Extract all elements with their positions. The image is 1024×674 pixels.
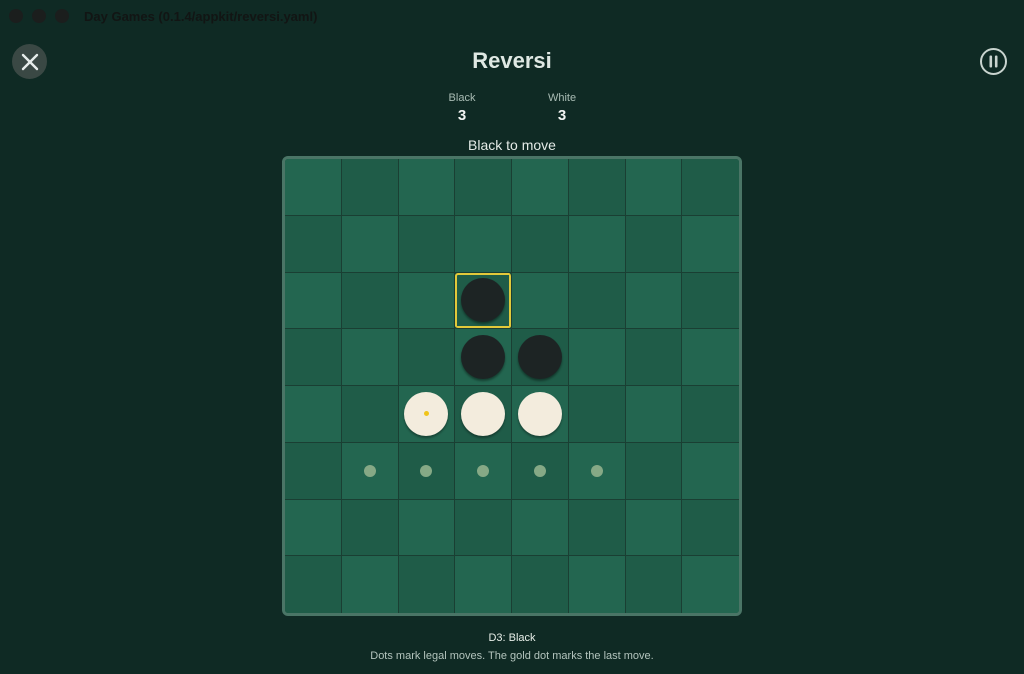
board-cell-e4[interactable]: [512, 329, 569, 386]
turn-status: Black to move: [468, 137, 556, 153]
title-bar: Day Games (0.1.4/appkit/reversi.yaml): [0, 0, 1024, 32]
board-cell-e7[interactable]: [512, 499, 569, 557]
legal-move-dot: [477, 464, 490, 477]
score-black: Black 3: [432, 92, 492, 124]
board-cell-b6[interactable]: [341, 442, 399, 500]
board-cell-b3[interactable]: [341, 272, 399, 330]
pause-icon: [980, 48, 1007, 75]
board-cell-c2[interactable]: [398, 215, 456, 273]
board-cell-g5[interactable]: [625, 386, 683, 443]
board-cell-c5[interactable]: [398, 386, 456, 443]
board-cell-c3[interactable]: [398, 272, 456, 330]
white-disc: [517, 391, 562, 436]
score-black-label: Black: [448, 92, 476, 104]
board-cell-f6[interactable]: [568, 442, 626, 500]
board-cell-a2[interactable]: [285, 215, 342, 273]
window-close-control[interactable]: [9, 9, 23, 23]
board-cell-e3[interactable]: [512, 272, 569, 330]
board-cell-f5[interactable]: [568, 386, 626, 443]
board-cell-h4[interactable]: [682, 329, 739, 386]
board-cell-a4[interactable]: [285, 329, 342, 386]
legal-move-dot: [363, 464, 376, 477]
board-cell-e2[interactable]: [512, 215, 569, 273]
board-cell-g4[interactable]: [625, 329, 683, 386]
board-cell-e6[interactable]: [512, 442, 569, 500]
board-cell-f7[interactable]: [568, 499, 626, 557]
last-move-label: D3: Black: [488, 632, 536, 644]
board-cell-c1[interactable]: [398, 159, 456, 216]
board-cell-h3[interactable]: [682, 272, 739, 330]
board-cell-b8[interactable]: [341, 556, 399, 613]
board-cell-g1[interactable]: [625, 159, 683, 216]
board-cell-a1[interactable]: [285, 159, 342, 216]
white-disc: [461, 391, 506, 436]
legal-move-dot: [420, 464, 433, 477]
legal-move-dot: [533, 464, 546, 477]
score-white-label: White: [547, 92, 577, 104]
board-cell-b5[interactable]: [341, 386, 399, 443]
board-cell-f4[interactable]: [568, 329, 626, 386]
board-cell-e5[interactable]: [512, 386, 569, 443]
score-black-value: 3: [457, 107, 467, 124]
board-cell-c8[interactable]: [398, 556, 456, 613]
score-white: White 3: [532, 92, 592, 124]
board-cell-a5[interactable]: [285, 386, 342, 443]
board-cell-d8[interactable]: [455, 556, 512, 613]
board-cell-d1[interactable]: [455, 159, 512, 216]
window-zoom-control[interactable]: [55, 9, 69, 23]
window-minimize-control[interactable]: [32, 9, 46, 23]
last-move-marker: [423, 411, 429, 417]
board-cell-b1[interactable]: [341, 159, 399, 216]
board-cell-a6[interactable]: [285, 442, 342, 500]
board-cell-b7[interactable]: [341, 499, 399, 557]
board-cell-a7[interactable]: [285, 499, 342, 557]
board-cell-e1[interactable]: [512, 159, 569, 216]
board-cell-g6[interactable]: [625, 442, 683, 500]
board-cell-f3[interactable]: [568, 272, 626, 330]
board-cell-h8[interactable]: [682, 556, 739, 613]
board-cell-c7[interactable]: [398, 499, 456, 557]
board-cell-g3[interactable]: [625, 272, 683, 330]
board-cell-f8[interactable]: [568, 556, 626, 613]
board-cell-c4[interactable]: [398, 329, 456, 386]
board-cell-d4[interactable]: [455, 329, 512, 386]
board-cell-b2[interactable]: [341, 215, 399, 273]
board-cell-h5[interactable]: [682, 386, 739, 443]
board-cell-a8[interactable]: [285, 556, 342, 613]
legal-move-dot: [590, 464, 603, 477]
board-cell-h2[interactable]: [682, 215, 739, 273]
board-cell-f2[interactable]: [568, 215, 626, 273]
pause-button[interactable]: [979, 47, 1008, 76]
black-disc: [461, 335, 506, 380]
window-title: Day Games (0.1.4/appkit/reversi.yaml): [84, 9, 318, 24]
white-disc: [404, 391, 449, 436]
board-cell-e8[interactable]: [512, 556, 569, 613]
board-cell-h1[interactable]: [682, 159, 739, 216]
board-cell-g7[interactable]: [625, 499, 683, 557]
board-cell-f1[interactable]: [568, 159, 626, 216]
board-cell-b4[interactable]: [341, 329, 399, 386]
hint-text: Dots mark legal moves. The gold dot mark…: [370, 650, 654, 662]
score-white-value: 3: [557, 107, 567, 124]
black-disc: [461, 278, 506, 323]
game-board[interactable]: [282, 156, 742, 616]
board-cell-g2[interactable]: [625, 215, 683, 273]
black-disc: [517, 335, 562, 380]
board-cell-d5[interactable]: [455, 386, 512, 443]
board-cell-g8[interactable]: [625, 556, 683, 613]
page-title: Reversi: [472, 48, 552, 73]
board-cell-a3[interactable]: [285, 272, 342, 330]
board-cell-d3[interactable]: [455, 272, 512, 330]
board-cell-h6[interactable]: [682, 442, 739, 500]
board-cell-h7[interactable]: [682, 499, 739, 557]
app-window: Day Games (0.1.4/appkit/reversi.yaml) Re…: [0, 0, 1024, 674]
board-cell-d6[interactable]: [455, 442, 512, 500]
board-cell-d2[interactable]: [455, 215, 512, 273]
board-cell-d7[interactable]: [455, 499, 512, 557]
board-cell-c6[interactable]: [398, 442, 456, 500]
